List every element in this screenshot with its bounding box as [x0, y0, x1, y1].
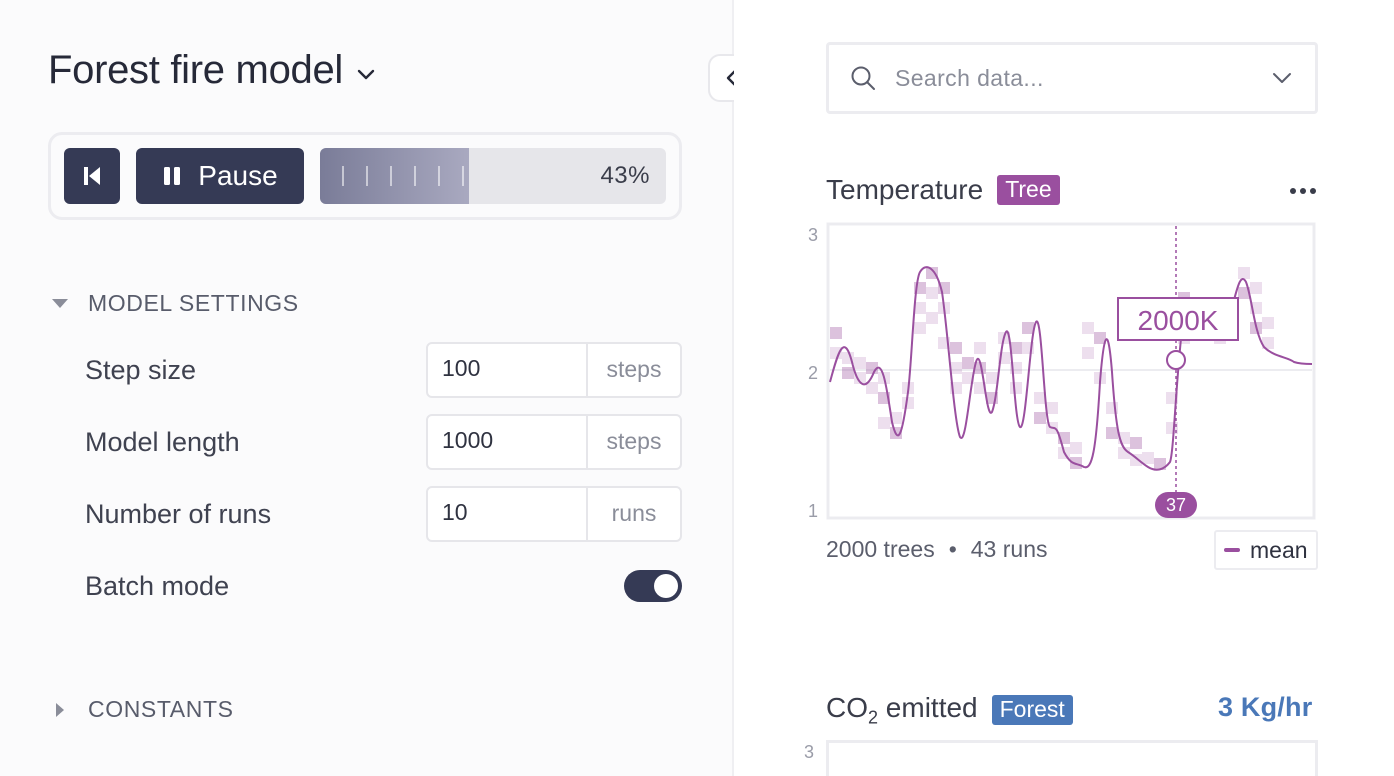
heatmap-cell — [1130, 437, 1142, 449]
number-of-runs-label: Number of runs — [85, 499, 272, 529]
temperature-chart-title: Temperature — [826, 174, 984, 205]
model-selector[interactable]: Forest fire model — [48, 48, 377, 93]
chevron-down-icon[interactable] — [1269, 65, 1295, 91]
constants-heading: CONSTANTS — [88, 696, 234, 722]
legend-label: mean — [1250, 536, 1308, 563]
more-horizontal-icon — [1300, 188, 1306, 194]
heatmap-cell — [1142, 452, 1154, 464]
batch-mode-toggle[interactable] — [624, 570, 682, 602]
heatmap-cell — [842, 367, 854, 379]
heatmap-cell — [1238, 267, 1250, 279]
progress-label: 43% — [600, 162, 650, 189]
co2-title-suffix: emitted — [878, 692, 978, 723]
cursor-step-label: 37 — [1166, 495, 1186, 515]
model-settings-heading: MODEL SETTINGS — [88, 290, 299, 316]
y-tick-label: 1 — [808, 501, 818, 521]
heatmap-cell — [926, 287, 938, 299]
batch-mode-label: Batch mode — [85, 571, 230, 601]
co2-title-prefix: CO — [826, 692, 868, 723]
co2-chart-header: CO2 emitted Forest — [826, 692, 1073, 729]
data-panel: Search data... Temperature Tree 3 2 1 20… — [734, 0, 1394, 776]
heatmap-cell — [854, 357, 866, 369]
step-size-field: 100 steps — [426, 342, 682, 398]
heatmap-cell — [830, 327, 842, 339]
heatmap-cell — [1010, 382, 1022, 394]
temperature-chart-header: Temperature Tree — [826, 174, 1060, 206]
heatmap-cell — [1106, 427, 1118, 439]
co2-value: 3 Kg/hr — [1218, 692, 1313, 722]
caret-right-icon — [56, 702, 64, 717]
heatmap-cell — [986, 372, 998, 384]
chart-more-button[interactable] — [1288, 186, 1318, 196]
tooltip-value: 2000K — [1138, 305, 1219, 336]
co2-chart-title: CO2 emitted — [826, 692, 978, 729]
cursor-point — [1166, 350, 1186, 370]
co2-chart[interactable] — [826, 740, 1318, 776]
playback-controls: Pause 43% — [48, 132, 682, 220]
chart-footer: 2000 trees • 43 runs — [826, 536, 1047, 563]
model-length-unit: steps — [606, 428, 662, 454]
more-horizontal-icon — [1310, 188, 1316, 194]
heatmap-cell — [914, 322, 926, 334]
run-progress-bar[interactable]: 43% — [320, 148, 666, 204]
progress-tick — [438, 166, 440, 186]
progress-tick — [414, 166, 416, 186]
forest-badge: Forest — [991, 695, 1073, 726]
y-tick-label: 3 — [808, 225, 818, 245]
pause-icon — [164, 167, 181, 185]
heatmap-cell — [974, 342, 986, 354]
pause-button[interactable]: Pause — [136, 148, 304, 204]
rewind-button[interactable] — [64, 148, 120, 204]
co2-title-subscript: 2 — [868, 707, 879, 728]
chevron-down-icon — [357, 69, 375, 79]
heatmap-cell — [1250, 282, 1262, 294]
step-size-label: Step size — [85, 355, 197, 385]
heatmap-cell — [1082, 347, 1094, 359]
step-size-input[interactable]: 100 — [428, 344, 588, 396]
heatmap-cell — [1022, 322, 1034, 334]
model-length-field: 1000 steps — [426, 414, 682, 470]
constants-toggle[interactable]: CONSTANTS — [52, 696, 234, 723]
model-settings-toggle[interactable]: MODEL SETTINGS — [52, 290, 299, 317]
number-of-runs-field: 10 runs — [426, 486, 682, 542]
heatmap-cell — [1262, 317, 1274, 329]
heatmap-cell — [1082, 322, 1094, 334]
chart-legend[interactable]: mean — [1214, 530, 1318, 570]
heatmap-cell — [1070, 442, 1082, 454]
model-length-input[interactable]: 1000 — [428, 416, 588, 468]
heatmap-cell — [878, 417, 890, 429]
caret-down-icon — [52, 299, 68, 308]
heatmap-cell — [1034, 412, 1046, 424]
temperature-chart[interactable]: 3 2 1 2000K 37 — [794, 222, 1334, 522]
model-title: Forest fire model — [48, 48, 343, 92]
progress-tick — [390, 166, 392, 186]
progress-tick — [462, 166, 464, 186]
tree-count: 2000 trees — [826, 536, 935, 562]
legend-swatch — [1224, 548, 1240, 552]
heatmap-cell — [962, 357, 974, 369]
footer-separator: • — [948, 536, 957, 562]
heatmap-cell — [926, 312, 938, 324]
y-tick-label: 2 — [808, 363, 818, 383]
more-horizontal-icon — [1290, 188, 1296, 194]
progress-tick — [366, 166, 368, 186]
tree-badge: Tree — [997, 175, 1060, 205]
model-panel: Forest fire model Pause 43% MODEL SETTIN… — [0, 0, 732, 776]
pause-label: Pause — [198, 160, 278, 191]
model-length-label: Model length — [85, 427, 240, 457]
number-of-runs-input[interactable]: 10 — [428, 488, 588, 540]
progress-tick — [342, 166, 344, 186]
number-of-runs-unit: runs — [611, 500, 657, 526]
y-tick-label: 3 — [804, 742, 815, 762]
heatmap-cell — [950, 342, 962, 354]
skip-back-icon — [84, 167, 100, 185]
search-placeholder: Search data... — [895, 64, 1044, 91]
search-icon — [851, 66, 875, 90]
run-count: 43 runs — [970, 536, 1048, 562]
search-data-field[interactable]: Search data... — [826, 42, 1318, 114]
toggle-knob — [654, 574, 678, 598]
step-size-unit: steps — [606, 356, 662, 382]
